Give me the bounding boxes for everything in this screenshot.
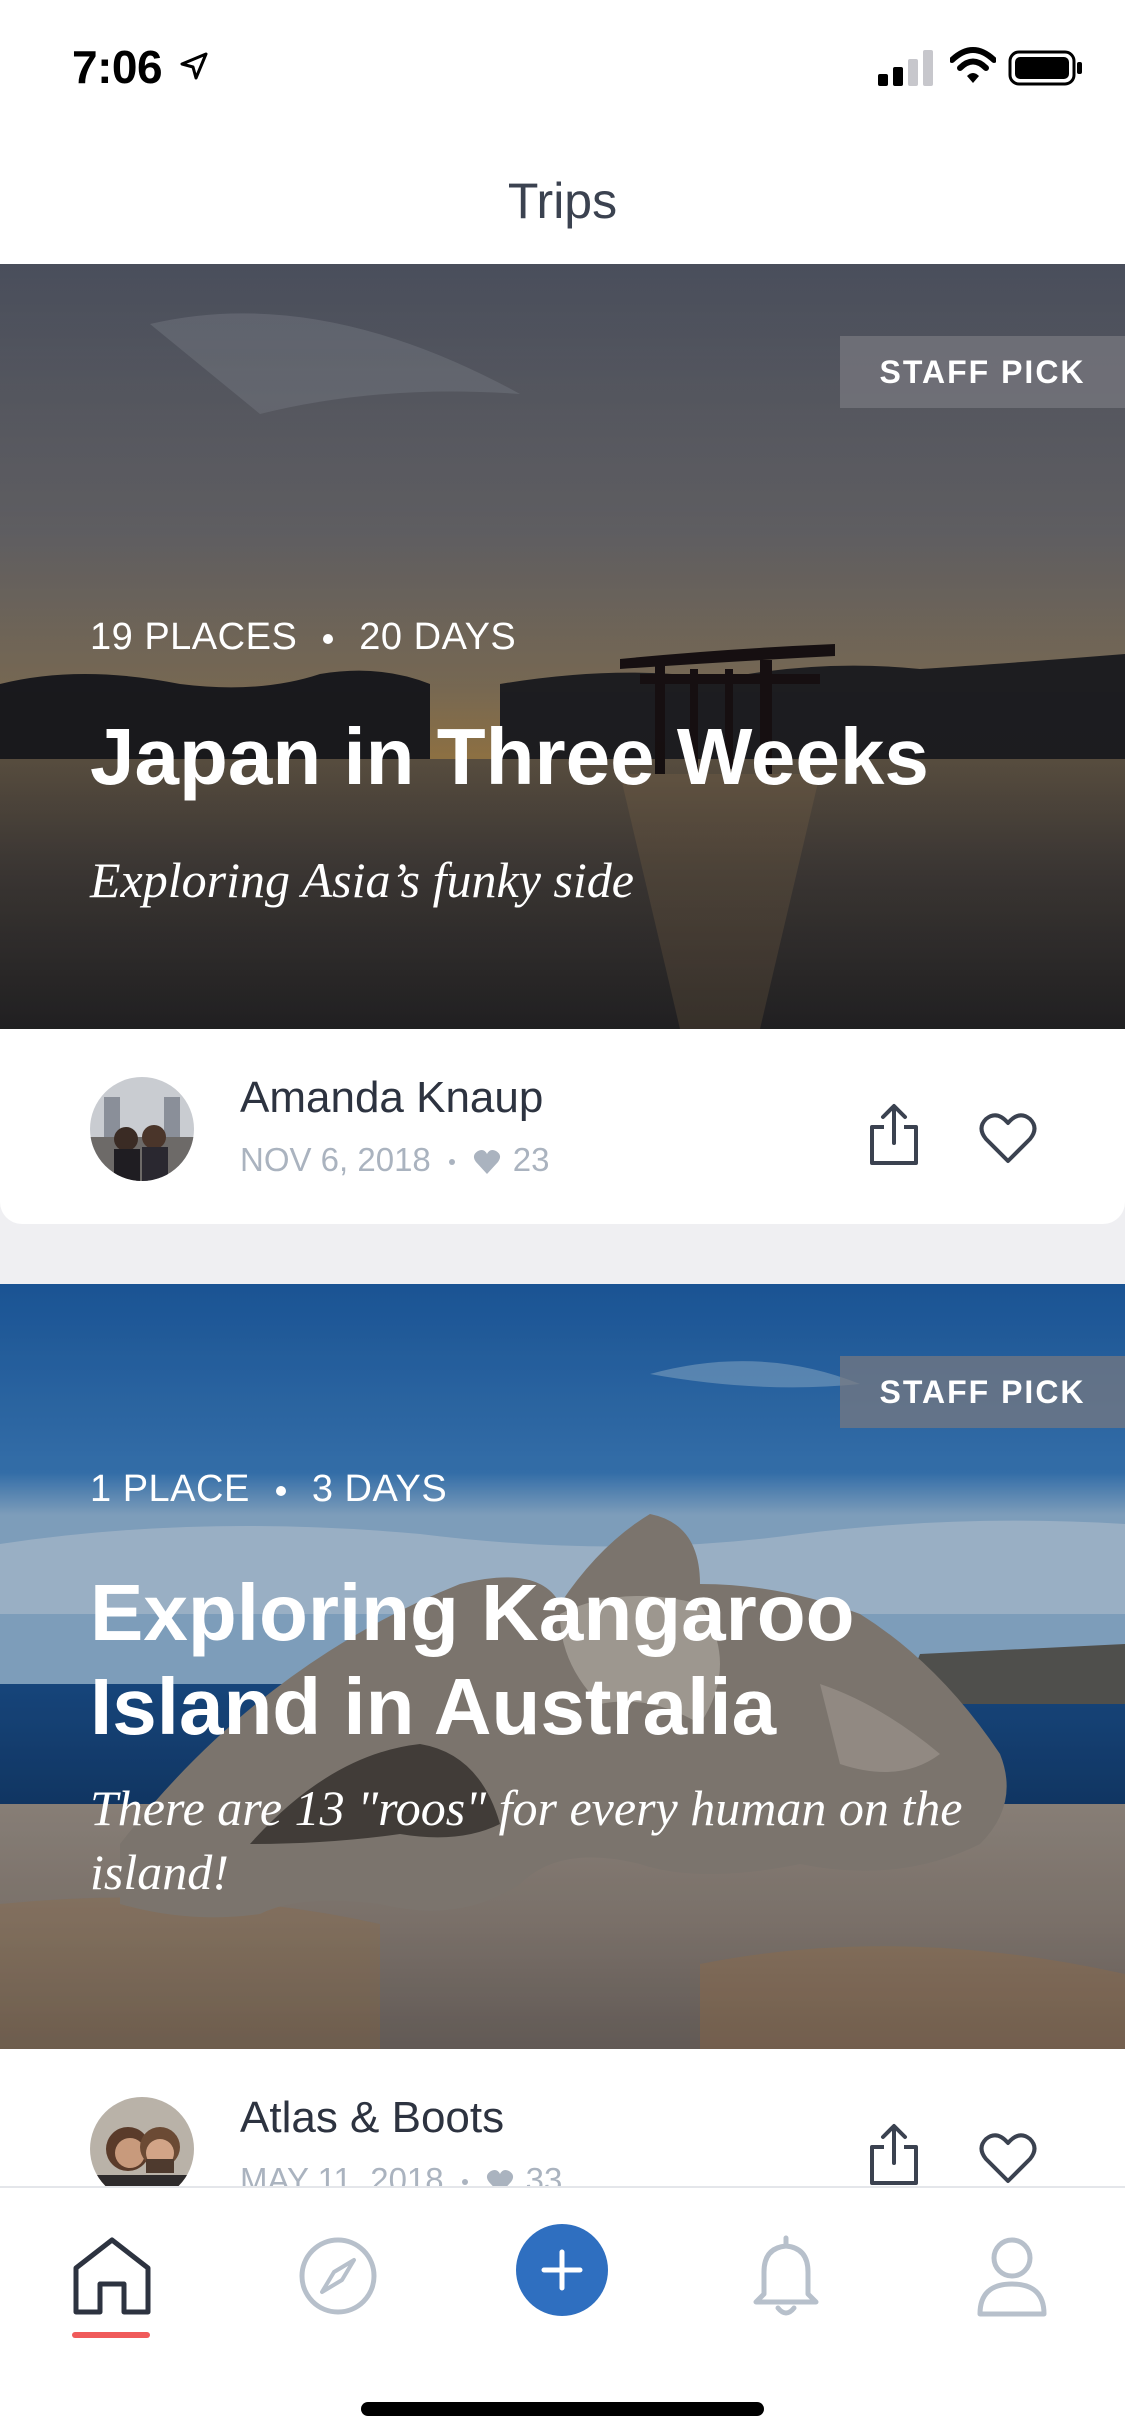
trip-title[interactable]: Exploring Kangaroo Island in Australia bbox=[90, 1566, 1070, 1754]
separator-dot bbox=[461, 2179, 468, 2186]
wifi-icon bbox=[950, 47, 996, 83]
trip-date: NOV 6, 2018 bbox=[240, 1141, 431, 1178]
likes-count: 23 bbox=[512, 1141, 550, 1178]
staff-pick-badge: STAFF PICK bbox=[840, 1356, 1125, 1428]
separator-dot bbox=[448, 1159, 455, 1166]
trip-feed[interactable]: STAFF PICK 19 PLACES 20 DAYS Japan in Thr… bbox=[0, 264, 1125, 2186]
header: Trips bbox=[0, 132, 1125, 264]
plus-icon bbox=[541, 2249, 583, 2291]
trip-subtitle: There are 13 "roos" for every human on t… bbox=[90, 1780, 963, 1900]
active-tab-indicator bbox=[72, 2332, 150, 2338]
share-icon[interactable] bbox=[866, 2123, 922, 2186]
avatar[interactable] bbox=[90, 1077, 194, 1181]
compass-icon[interactable] bbox=[290, 2228, 386, 2324]
separator-dot bbox=[275, 1485, 286, 1496]
avatar[interactable] bbox=[90, 2097, 194, 2186]
home-icon[interactable] bbox=[64, 2228, 160, 2324]
trip-cover-image[interactable]: STAFF PICK 1 PLACE 3 DAYS Exploring Kanga… bbox=[0, 1284, 1125, 2049]
heart-icon bbox=[473, 1150, 500, 1175]
likes-count: 33 bbox=[525, 2161, 563, 2186]
heart-outline-icon[interactable] bbox=[978, 2131, 1038, 2185]
trip-card[interactable]: STAFF PICK 19 PLACES 20 DAYS Japan in Thr… bbox=[0, 264, 1125, 1224]
home-indicator[interactable] bbox=[361, 2402, 764, 2416]
page-title: Trips bbox=[507, 173, 618, 229]
profile-icon[interactable] bbox=[964, 2228, 1060, 2324]
days-count: 3 DAYS bbox=[311, 1468, 448, 1510]
status-time: 7:06 bbox=[72, 41, 163, 93]
trip-meta: NOV 6, 2018 23 bbox=[240, 1141, 550, 1179]
trip-title[interactable]: Japan in Three Weeks bbox=[90, 710, 1070, 804]
staff-pick-badge: STAFF PICK bbox=[840, 336, 1125, 408]
trip-subtitle: Exploring Asia’s funky side bbox=[90, 852, 634, 908]
status-bar: 7:06 bbox=[0, 0, 1125, 132]
add-trip-button[interactable] bbox=[516, 2224, 608, 2316]
author-row: Amanda Knaup NOV 6, 2018 23 bbox=[0, 1029, 1125, 1224]
places-count: 1 PLACE bbox=[90, 1468, 250, 1510]
author-name[interactable]: Amanda Knaup bbox=[240, 1073, 543, 1123]
author-name[interactable]: Atlas & Boots bbox=[240, 2093, 504, 2143]
trip-date: MAY 11, 2018 bbox=[240, 2161, 444, 2186]
trip-meta: MAY 11, 2018 33 bbox=[240, 2161, 562, 2186]
trip-card[interactable]: STAFF PICK 1 PLACE 3 DAYS Exploring Kanga… bbox=[0, 1284, 1125, 2186]
cellular-signal-icon bbox=[878, 50, 933, 86]
avatar-photo bbox=[90, 2097, 194, 2186]
battery-icon bbox=[1008, 50, 1082, 86]
trip-stats: 19 PLACES 20 DAYS bbox=[90, 616, 516, 659]
bell-icon[interactable] bbox=[738, 2228, 834, 2324]
tab-bar bbox=[0, 2186, 1125, 2436]
heart-icon bbox=[486, 2170, 513, 2186]
places-count: 19 PLACES bbox=[90, 616, 298, 658]
location-arrow-icon bbox=[180, 52, 208, 80]
heart-outline-icon[interactable] bbox=[978, 1111, 1038, 1165]
days-count: 20 DAYS bbox=[359, 616, 517, 658]
trip-stats: 1 PLACE 3 DAYS bbox=[90, 1468, 447, 1511]
separator-dot bbox=[323, 633, 334, 644]
avatar-photo bbox=[90, 1077, 194, 1181]
trip-cover-image[interactable]: STAFF PICK 19 PLACES 20 DAYS Japan in Thr… bbox=[0, 264, 1125, 1029]
author-row: Atlas & Boots MAY 11, 2018 33 bbox=[0, 2049, 1125, 2186]
share-icon[interactable] bbox=[866, 1103, 922, 1167]
